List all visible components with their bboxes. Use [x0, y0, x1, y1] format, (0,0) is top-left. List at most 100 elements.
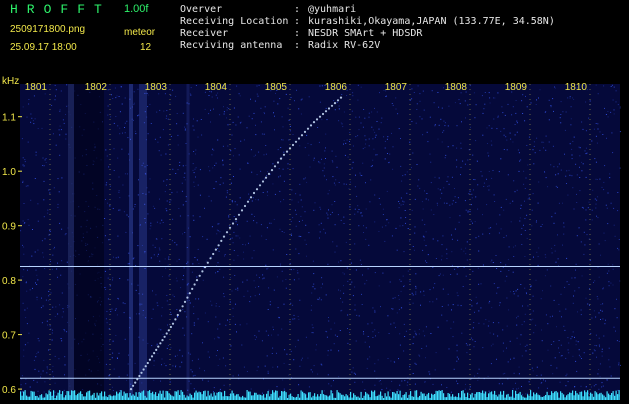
- noise-speck: [564, 287, 565, 288]
- interference-band: [129, 84, 133, 400]
- noise-speck: [363, 331, 364, 332]
- noise-speck: [108, 166, 109, 167]
- noise-speck: [259, 294, 260, 295]
- noise-speck: [500, 302, 501, 303]
- noise-speck: [264, 154, 265, 155]
- baseline-bar: [178, 390, 179, 400]
- noise-speck: [519, 171, 520, 172]
- baseline-bar: [235, 396, 236, 400]
- noise-speck: [225, 365, 226, 366]
- noise-speck: [318, 299, 319, 300]
- noise-speck: [156, 112, 157, 113]
- noise-speck: [62, 308, 63, 309]
- baseline-bar: [470, 395, 471, 400]
- noise-speck: [516, 317, 517, 318]
- noise-speck: [184, 311, 185, 312]
- noise-speck: [479, 369, 480, 370]
- baseline-bar: [100, 393, 101, 400]
- noise-speck: [236, 235, 237, 236]
- noise-speck: [510, 359, 511, 360]
- baseline-bar: [58, 393, 59, 400]
- noise-speck: [200, 169, 201, 170]
- noise-speck: [332, 212, 333, 213]
- noise-speck: [355, 209, 356, 210]
- noise-speck: [115, 335, 116, 336]
- noise-speck: [319, 224, 320, 225]
- noise-speck: [573, 331, 574, 332]
- noise-speck: [50, 261, 51, 262]
- noise-speck: [182, 309, 183, 310]
- x-tick-label: 1808: [445, 82, 468, 93]
- meteor-trace-point: [301, 134, 303, 136]
- baseline-bar: [20, 391, 21, 400]
- noise-speck: [241, 345, 242, 346]
- noise-speck: [516, 100, 517, 101]
- baseline-bar: [113, 396, 114, 401]
- noise-speck: [166, 185, 167, 186]
- baseline-bar: [586, 392, 587, 400]
- baseline-bar: [409, 395, 410, 400]
- noise-speck: [205, 313, 206, 314]
- noise-speck: [297, 272, 298, 273]
- noise-speck: [319, 162, 320, 163]
- noise-speck: [273, 112, 274, 113]
- meteor-trace-point: [307, 128, 309, 130]
- noise-speck: [512, 142, 513, 143]
- noise-speck: [61, 91, 62, 92]
- noise-speck: [337, 102, 338, 103]
- noise-speck: [393, 105, 394, 106]
- noise-speck: [413, 373, 414, 374]
- meteor-trace-point: [191, 288, 193, 290]
- noise-speck: [284, 181, 285, 182]
- meteor-trace-point: [259, 184, 261, 186]
- noise-speck: [506, 140, 507, 141]
- noise-speck: [217, 329, 218, 330]
- noise-speck: [533, 296, 534, 297]
- noise-speck: [376, 135, 377, 136]
- noise-speck: [347, 268, 348, 269]
- noise-speck: [322, 85, 323, 86]
- noise-speck: [598, 93, 599, 94]
- noise-speck: [295, 249, 296, 250]
- noise-speck: [198, 263, 199, 264]
- noise-speck: [430, 154, 431, 155]
- noise-speck: [194, 130, 195, 131]
- noise-speck: [456, 148, 457, 149]
- noise-speck: [35, 178, 36, 179]
- noise-speck: [581, 310, 582, 311]
- noise-speck: [153, 245, 154, 246]
- noise-speck: [522, 94, 523, 95]
- noise-speck: [335, 109, 336, 110]
- baseline-bar: [506, 395, 507, 400]
- meteor-trace-point: [174, 318, 176, 320]
- noise-speck: [180, 287, 181, 288]
- noise-speck: [605, 320, 606, 321]
- meta-value: kurashiki,Okayama,JAPAN (133.77E, 34.58N…: [308, 16, 555, 27]
- noise-speck: [104, 287, 105, 288]
- noise-speck: [352, 168, 353, 169]
- noise-speck: [457, 345, 458, 346]
- noise-speck: [498, 287, 499, 288]
- noise-speck: [457, 292, 458, 293]
- noise-speck: [459, 222, 460, 223]
- baseline-bar: [371, 391, 372, 400]
- noise-speck: [66, 84, 67, 85]
- noise-speck: [299, 221, 300, 222]
- noise-speck: [30, 114, 31, 115]
- noise-speck: [451, 251, 452, 252]
- noise-speck: [42, 252, 43, 253]
- baseline-bar: [482, 391, 483, 401]
- noise-speck: [600, 310, 601, 311]
- noise-speck: [493, 322, 494, 323]
- noise-speck: [442, 108, 443, 109]
- noise-speck: [311, 305, 312, 306]
- noise-speck: [198, 298, 199, 299]
- noise-speck: [215, 317, 216, 318]
- meteor-trace-point: [132, 385, 134, 387]
- noise-speck: [280, 229, 281, 230]
- noise-speck: [378, 332, 379, 333]
- noise-speck: [482, 135, 483, 136]
- noise-speck: [324, 163, 325, 164]
- noise-speck: [212, 149, 213, 150]
- noise-speck: [163, 129, 164, 130]
